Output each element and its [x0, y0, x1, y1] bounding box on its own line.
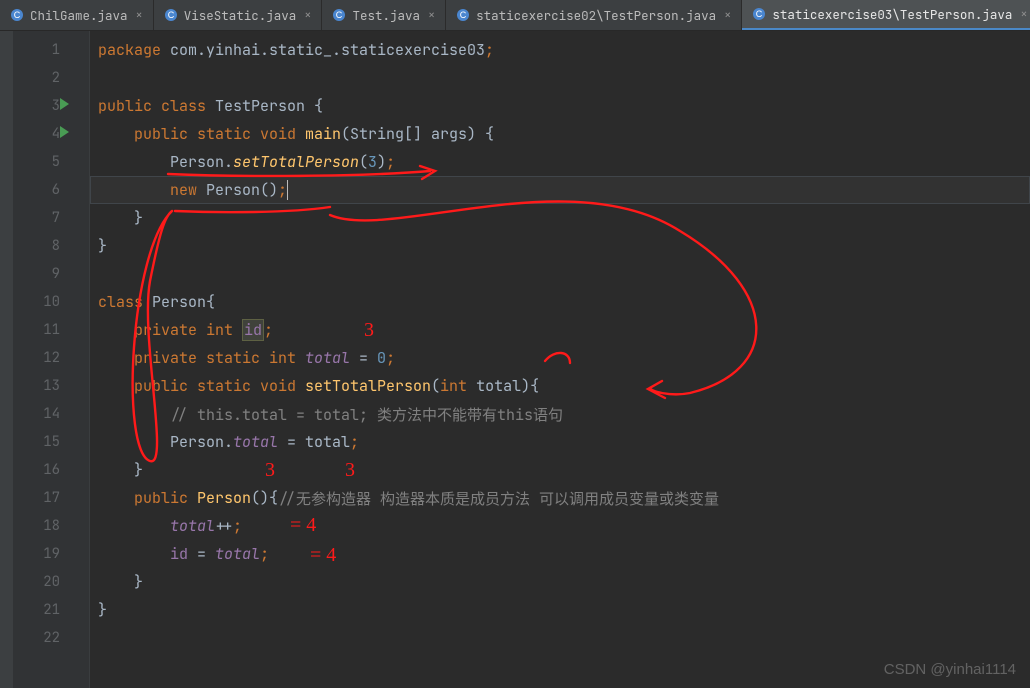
- code-line[interactable]: }: [90, 456, 1030, 484]
- line-number[interactable]: 9: [14, 260, 74, 288]
- svg-text:C: C: [756, 9, 763, 19]
- code-line[interactable]: }: [90, 596, 1030, 624]
- code-line-current[interactable]: new Person();: [90, 176, 1030, 204]
- java-class-icon: C: [164, 8, 178, 22]
- watermark: CSDN @yinhai1114: [884, 661, 1016, 678]
- line-number[interactable]: 4: [14, 120, 74, 148]
- line-number[interactable]: 21: [14, 596, 74, 624]
- line-number[interactable]: 13: [14, 372, 74, 400]
- code-line[interactable]: [90, 624, 1030, 652]
- tab-label: ChilGame.java: [30, 7, 128, 24]
- close-icon[interactable]: ×: [304, 7, 311, 23]
- line-number[interactable]: 18: [14, 512, 74, 540]
- line-number[interactable]: 11: [14, 316, 74, 344]
- svg-text:C: C: [336, 10, 343, 20]
- tab-label: staticexercise03\TestPerson.java: [772, 6, 1012, 23]
- line-number[interactable]: 8: [14, 232, 74, 260]
- code-area[interactable]: package com.yinhai.static_.staticexercis…: [90, 31, 1030, 688]
- text-caret: [287, 180, 288, 200]
- line-number[interactable]: 20: [14, 568, 74, 596]
- run-icon[interactable]: [60, 98, 69, 110]
- line-number[interactable]: 22: [14, 624, 74, 652]
- line-number[interactable]: 19: [14, 540, 74, 568]
- tab-staticexercise03[interactable]: C staticexercise03\TestPerson.java ×: [742, 0, 1030, 30]
- line-number[interactable]: 10: [14, 288, 74, 316]
- tab-chilgame[interactable]: C ChilGame.java ×: [0, 0, 154, 30]
- java-class-icon: C: [332, 8, 346, 22]
- line-number[interactable]: 1: [14, 36, 74, 64]
- line-number[interactable]: 16: [14, 456, 74, 484]
- tab-label: staticexercise02\TestPerson.java: [476, 7, 716, 24]
- code-line[interactable]: public class TestPerson {: [90, 92, 1030, 120]
- close-icon[interactable]: ×: [724, 7, 731, 23]
- line-number[interactable]: 3: [14, 92, 74, 120]
- code-line[interactable]: [90, 64, 1030, 92]
- code-line[interactable]: }: [90, 568, 1030, 596]
- line-number[interactable]: 5: [14, 148, 74, 176]
- code-line[interactable]: // this.total = total; 类方法中不能带有this语句: [90, 400, 1030, 428]
- line-number[interactable]: 15: [14, 428, 74, 456]
- left-tool-strip: [0, 31, 14, 688]
- editor: 1 2 3 4 5 6 7 8 9 10 11 12 13 14 15 16 1…: [0, 31, 1030, 688]
- code-line[interactable]: }: [90, 232, 1030, 260]
- code-line[interactable]: [90, 260, 1030, 288]
- tab-label: ViseStatic.java: [184, 7, 297, 24]
- tab-staticexercise02[interactable]: C staticexercise02\TestPerson.java ×: [446, 0, 742, 30]
- code-line[interactable]: private int id;: [90, 316, 1030, 344]
- java-class-icon: C: [10, 8, 24, 22]
- code-line[interactable]: id = total;: [90, 540, 1030, 568]
- tab-visestatic[interactable]: C ViseStatic.java ×: [154, 0, 323, 30]
- code-line[interactable]: public static void setTotalPerson(int to…: [90, 372, 1030, 400]
- svg-text:C: C: [167, 10, 174, 20]
- svg-text:C: C: [460, 10, 467, 20]
- code-line[interactable]: class Person{: [90, 288, 1030, 316]
- tab-label: Test.java: [352, 7, 420, 24]
- line-number[interactable]: 6: [14, 176, 74, 204]
- close-icon[interactable]: ×: [136, 7, 143, 23]
- line-number[interactable]: 7: [14, 204, 74, 232]
- code-line[interactable]: public Person(){//无参构造器 构造器本质是成员方法 可以调用成…: [90, 484, 1030, 512]
- line-number[interactable]: 12: [14, 344, 74, 372]
- code-line[interactable]: package com.yinhai.static_.staticexercis…: [90, 36, 1030, 64]
- svg-text:C: C: [14, 10, 21, 20]
- code-line[interactable]: private static int total = 0;: [90, 344, 1030, 372]
- java-class-icon: C: [752, 7, 766, 21]
- close-icon[interactable]: ×: [1020, 6, 1027, 22]
- code-line[interactable]: public static void main(String[] args) {: [90, 120, 1030, 148]
- line-number[interactable]: 14: [14, 400, 74, 428]
- line-gutter[interactable]: 1 2 3 4 5 6 7 8 9 10 11 12 13 14 15 16 1…: [14, 31, 74, 688]
- code-line[interactable]: total++;: [90, 512, 1030, 540]
- tab-test[interactable]: C Test.java ×: [322, 0, 446, 30]
- code-line[interactable]: Person.total = total;: [90, 428, 1030, 456]
- fold-column[interactable]: [74, 31, 90, 688]
- java-class-icon: C: [456, 8, 470, 22]
- code-line[interactable]: }: [90, 204, 1030, 232]
- run-icon[interactable]: [60, 126, 69, 138]
- code-line[interactable]: Person.setTotalPerson(3);: [90, 148, 1030, 176]
- line-number[interactable]: 2: [14, 64, 74, 92]
- line-number[interactable]: 17: [14, 484, 74, 512]
- editor-tabs: C ChilGame.java × C ViseStatic.java × C …: [0, 0, 1030, 31]
- close-icon[interactable]: ×: [428, 7, 435, 23]
